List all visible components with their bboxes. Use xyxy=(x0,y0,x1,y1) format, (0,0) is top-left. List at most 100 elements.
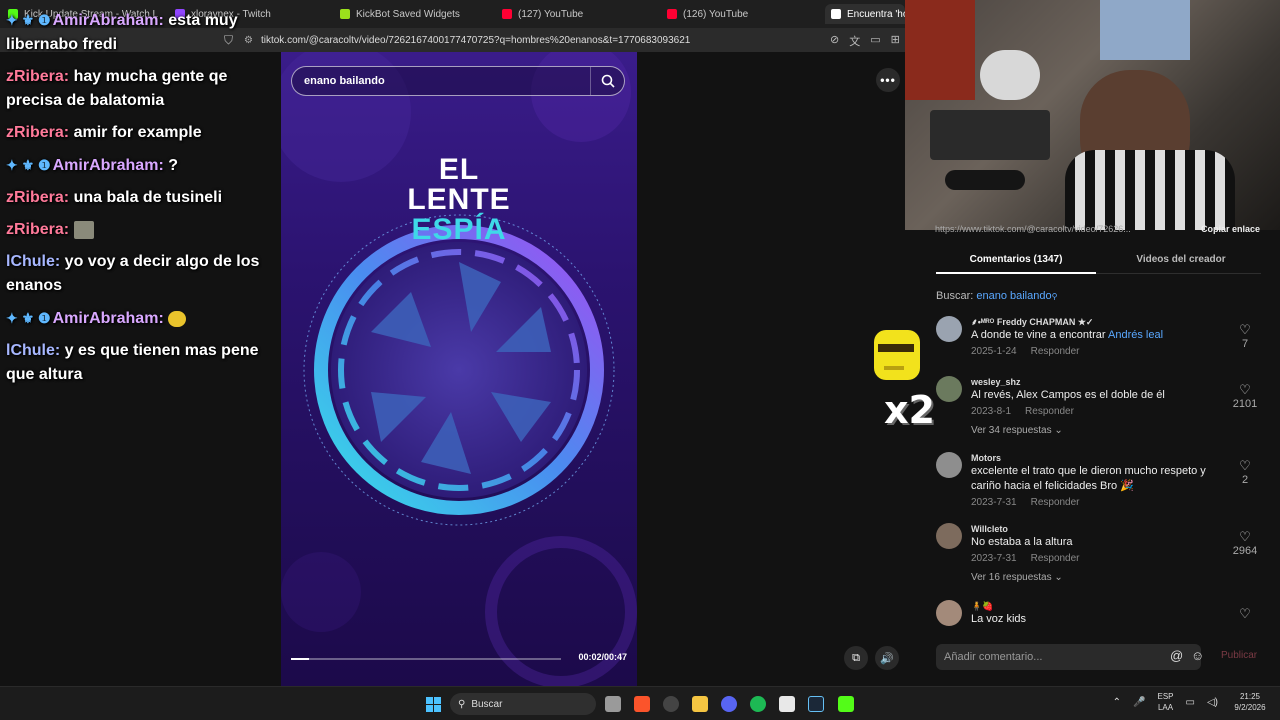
like-button[interactable]: ♡ 2101 xyxy=(1229,382,1261,410)
comment-username[interactable]: 🧍🍓 xyxy=(971,600,1216,612)
microphone-icon[interactable]: 🎤 xyxy=(1133,697,1145,708)
chat-badges-icon: ✦ ⚜ ❶ xyxy=(6,310,51,326)
windows-start-icon[interactable] xyxy=(426,697,441,712)
kick-app-icon[interactable] xyxy=(838,696,854,712)
volume-button[interactable]: 🔊 xyxy=(875,646,899,670)
browser-tab[interactable]: (126) YouTube xyxy=(667,4,817,24)
chat-username[interactable]: zRibera xyxy=(6,124,64,141)
davinci-icon[interactable] xyxy=(779,696,795,712)
mention-icon[interactable]: @ xyxy=(1170,648,1183,663)
copy-link-button[interactable]: Copiar enlace xyxy=(1201,224,1260,238)
browser-tab-active[interactable]: Encuentra 'ho xyxy=(825,4,905,24)
tab-title: Encuentra 'ho xyxy=(847,8,905,20)
browser-tab[interactable]: KickBot Saved Widgets xyxy=(340,4,490,24)
reply-button[interactable]: Responder xyxy=(1031,497,1080,508)
extensions-icon[interactable]: ⊞ xyxy=(891,33,900,49)
comment-username[interactable]: Willcleto xyxy=(971,523,1216,535)
discord-icon[interactable] xyxy=(721,696,737,712)
like-count: 7 xyxy=(1241,338,1249,350)
chat-username[interactable]: zRibera xyxy=(6,221,64,238)
chat-username[interactable]: zRibera xyxy=(6,68,64,85)
streamer-shirt xyxy=(1065,150,1235,230)
reply-button[interactable]: Responder xyxy=(1025,406,1074,417)
cast-icon[interactable]: ▭ xyxy=(870,33,880,49)
comment-date: 2023-8-1 xyxy=(971,406,1012,417)
buscar-query[interactable]: enano bailando xyxy=(976,290,1051,302)
publish-button[interactable]: Publicar xyxy=(1221,650,1257,661)
chat-username[interactable]: AmirAbraham xyxy=(53,157,159,174)
comment-mention[interactable]: Andrés leal xyxy=(1108,329,1163,341)
chat-text: amir for example xyxy=(73,124,202,141)
tab-creator-videos-label: Videos del creador xyxy=(1136,254,1226,265)
chat-message: lChule: yo voy a decir algo de los enano… xyxy=(6,250,276,298)
windows-taskbar: ⚲ Buscar ⌃ 🎤 ESP LAA ▭ ◁) 21:25 9/2/2026 xyxy=(0,686,1280,720)
address-bar[interactable]: ⚙ tiktok.com/@caracoltv/video/7262167400… xyxy=(244,31,864,49)
share-url[interactable]: https://www.tiktok.com/@caracoltv/video/… xyxy=(935,224,1131,238)
avatar[interactable] xyxy=(936,376,962,402)
youtube-icon xyxy=(502,9,512,19)
yellow-character-icon xyxy=(874,330,920,380)
comment-username[interactable]: Motors xyxy=(971,452,1216,464)
chat-username[interactable]: lChule xyxy=(6,342,55,359)
obs-icon[interactable] xyxy=(663,696,679,712)
folder-icon[interactable] xyxy=(692,696,708,712)
comment-username[interactable]: ⸙•ᴹᴿᴼ Freddy CHAPMAN ★✓ xyxy=(971,316,1216,328)
tab-creator-videos[interactable]: Videos del creador xyxy=(1101,254,1261,274)
search-query[interactable]: enano bailando xyxy=(304,75,385,87)
search-suggestion[interactable]: Buscar: enano bailando⚲ xyxy=(936,290,1057,302)
like-count: 2101 xyxy=(1232,398,1258,410)
stream-chat: ✦ ⚜ ❶ AmirAbraham: esta muy libernabo fre… xyxy=(6,8,276,395)
reply-button[interactable]: Responder xyxy=(1031,553,1080,564)
chat-message: zRibera: xyxy=(6,218,276,242)
chat-username[interactable]: lChule xyxy=(6,253,55,270)
chat-colon: : xyxy=(158,310,169,327)
brave-icon[interactable] xyxy=(634,696,650,712)
network-icon[interactable]: ▭ xyxy=(1186,697,1195,708)
comment-body: Motors excelente el trato que le dieron m… xyxy=(971,452,1216,508)
video-progress-bar[interactable] xyxy=(291,658,561,660)
avatar[interactable] xyxy=(936,523,962,549)
view-replies-button[interactable]: Ver 34 respuestas ⌄ xyxy=(971,425,1216,436)
chevron-up-icon[interactable]: ⌃ xyxy=(1113,697,1121,708)
volume-icon[interactable]: ◁) xyxy=(1207,697,1218,708)
search-icon[interactable] xyxy=(590,67,624,95)
view-replies-button[interactable]: Ver 16 respuestas ⌄ xyxy=(971,572,1216,583)
language-indicator[interactable]: ESP LAA xyxy=(1158,691,1174,713)
no-tracking-icon[interactable]: ⊘ xyxy=(830,33,839,49)
browser-tab[interactable]: (127) YouTube xyxy=(502,4,652,24)
tiktok-icon xyxy=(831,9,841,19)
taskbar-search[interactable]: ⚲ Buscar xyxy=(450,693,596,715)
poster xyxy=(905,0,975,100)
spotify-icon[interactable] xyxy=(750,696,766,712)
reply-button[interactable]: Responder xyxy=(1031,346,1080,357)
floating-player-button[interactable]: ⧉ xyxy=(844,646,868,670)
translate-icon[interactable]: 文 xyxy=(849,33,860,49)
video-player[interactable]: enano bailando EL LENTE ESPÍA 00:02/00:4… xyxy=(281,52,637,686)
avatar[interactable] xyxy=(936,600,962,626)
chat-username[interactable]: AmirAbraham xyxy=(53,12,159,29)
comment-input[interactable] xyxy=(936,644,1201,670)
clock[interactable]: 21:25 9/2/2026 xyxy=(1230,691,1270,713)
tab-comments[interactable]: Comentarios (1347) xyxy=(936,254,1096,274)
avatar[interactable] xyxy=(936,316,962,342)
chat-username[interactable]: zRibera xyxy=(6,189,64,206)
comment-username[interactable]: wesley_shz xyxy=(971,376,1216,388)
like-button[interactable]: ♡ 7 xyxy=(1229,322,1261,350)
avatar[interactable] xyxy=(936,452,962,478)
url-text[interactable]: tiktok.com/@caracoltv/video/726216740017… xyxy=(261,35,690,46)
comment-body: ⸙•ᴹᴿᴼ Freddy CHAPMAN ★✓ A donde te vine a… xyxy=(971,316,1216,357)
chat-username[interactable]: AmirAbraham xyxy=(53,310,159,327)
like-button[interactable]: ♡ 2964 xyxy=(1229,529,1261,557)
chat-text: una bala de tusineli xyxy=(73,189,223,206)
more-options-button[interactable]: ••• xyxy=(876,68,900,92)
search-icon: ⚲ xyxy=(1051,292,1058,301)
like-button[interactable]: ♡ xyxy=(1229,606,1261,622)
chat-colon: : xyxy=(63,221,74,238)
emoji-icon[interactable]: ☺ xyxy=(1191,648,1204,663)
system-tray: ⌃ 🎤 ESP LAA ▭ ◁) 21:25 9/2/2026 xyxy=(1113,691,1270,713)
steam-icon[interactable] xyxy=(808,696,824,712)
chat-colon: : xyxy=(63,189,74,206)
task-view-icon[interactable] xyxy=(605,696,621,712)
like-button[interactable]: ♡ 2 xyxy=(1229,458,1261,486)
video-search-box[interactable]: enano bailando xyxy=(291,66,625,96)
